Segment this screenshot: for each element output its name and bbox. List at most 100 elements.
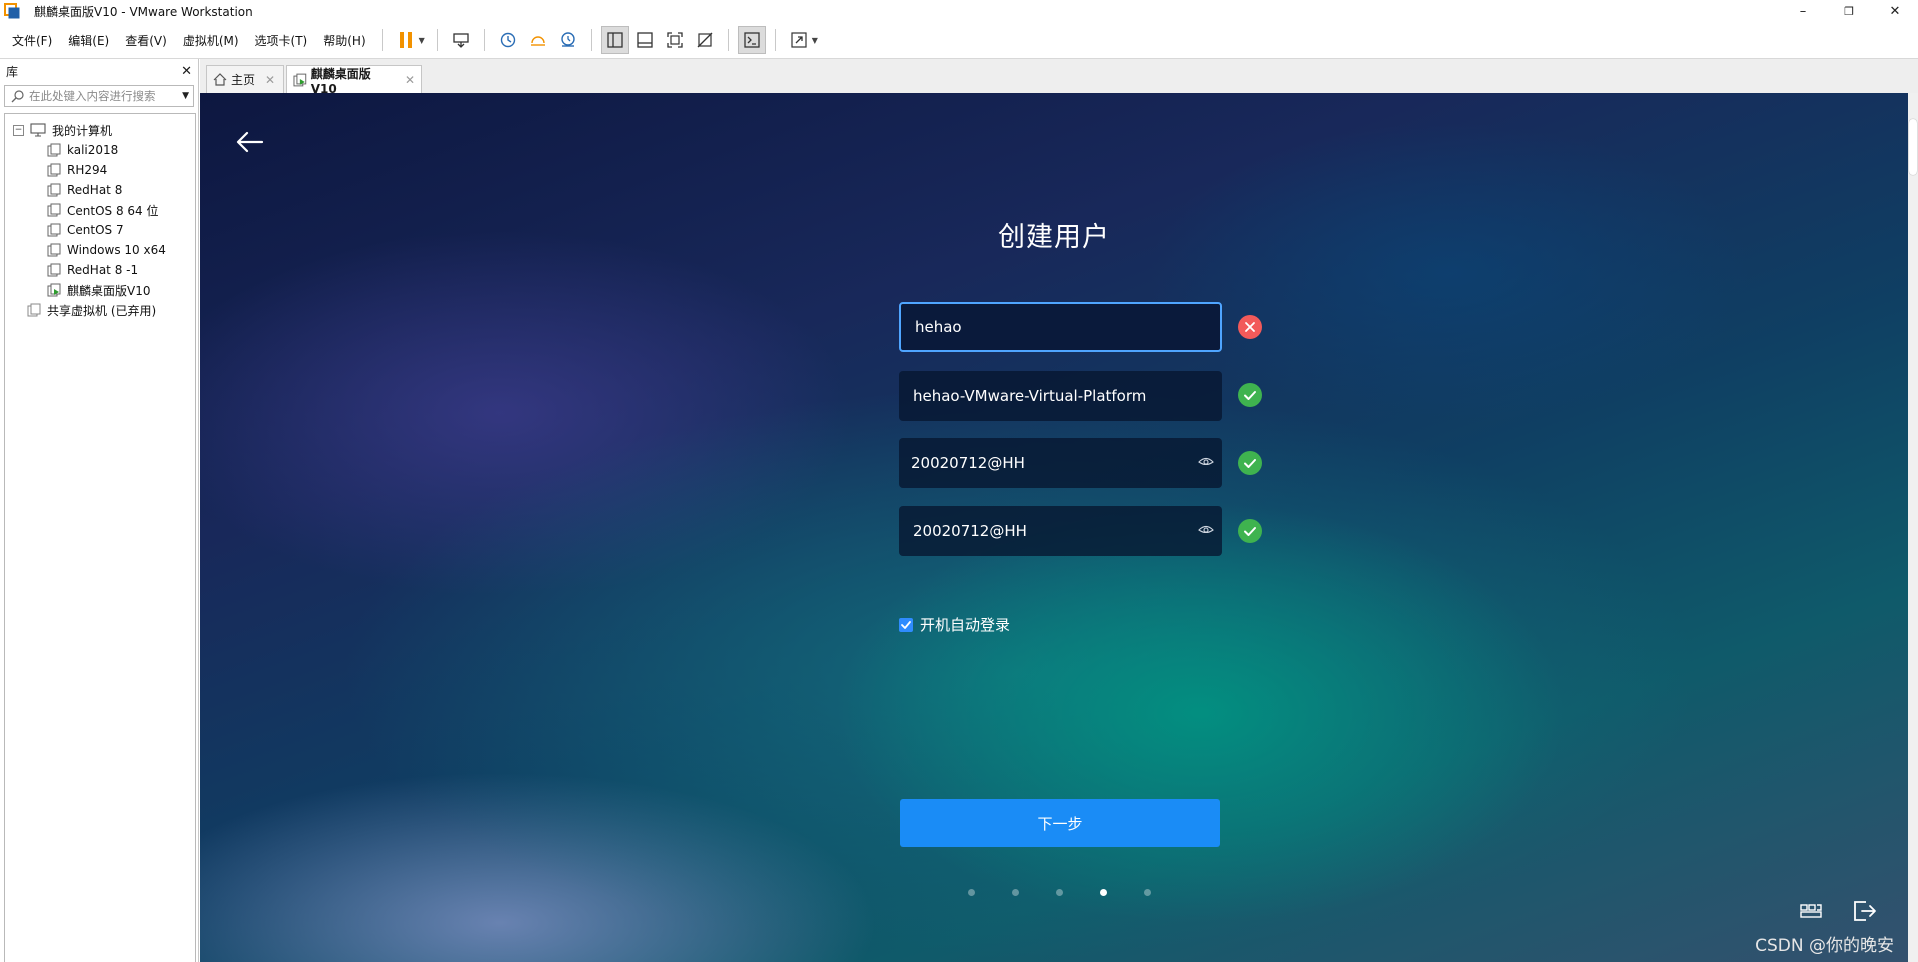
- shared-vm-icon: [27, 303, 41, 317]
- tree-item-vm-running[interactable]: 麒麟桌面版V10: [5, 280, 195, 300]
- menu-tabs[interactable]: 选项卡(T): [247, 32, 316, 49]
- hostname-field[interactable]: hehao-VMware-Virtual-Platform: [899, 371, 1222, 421]
- unity-disabled-icon: [697, 32, 713, 48]
- tree-item-vm[interactable]: kali2018: [5, 140, 195, 160]
- tab-kylin-vm[interactable]: 麒麟桌面版V10 ✕: [286, 65, 422, 96]
- vmware-app-icon: [4, 3, 20, 19]
- check-status-icon: [1238, 451, 1262, 475]
- password-field[interactable]: 20020712@HH: [899, 438, 1222, 488]
- step-dot-active: [1100, 889, 1107, 896]
- step-dot: [1056, 889, 1063, 896]
- unity-button[interactable]: [691, 26, 719, 54]
- minimize-button[interactable]: –: [1780, 0, 1826, 22]
- toolbar-separator: [727, 29, 729, 51]
- tree-label: RH294: [67, 163, 108, 177]
- tree-item-vm[interactable]: RH294: [5, 160, 195, 180]
- tree-label: RedHat 8 -1: [67, 263, 139, 277]
- vm-scrollbar[interactable]: [1908, 93, 1918, 962]
- thumbnail-bar-button[interactable]: [631, 26, 659, 54]
- menu-vm[interactable]: 虚拟机(M): [175, 32, 247, 49]
- menu-file[interactable]: 文件(F): [4, 32, 60, 49]
- window-title: 麒麟桌面版V10 - VMware Workstation: [34, 4, 253, 19]
- tab-close-button[interactable]: ✕: [405, 73, 415, 87]
- tree-item-vm[interactable]: CentOS 8 64 位: [5, 200, 195, 220]
- stretch-guest-button[interactable]: [785, 26, 813, 54]
- vm-icon: [47, 263, 61, 277]
- toolbar-separator: [436, 29, 438, 51]
- eye-icon[interactable]: [1198, 523, 1214, 537]
- vm-icon: [47, 243, 61, 257]
- fullscreen-icon: [667, 32, 683, 48]
- home-icon: [213, 73, 227, 86]
- next-button[interactable]: 下一步: [900, 799, 1220, 847]
- revert-snapshot-button[interactable]: [524, 26, 552, 54]
- pause-button[interactable]: [392, 26, 420, 54]
- tab-home[interactable]: 主页 ✕: [206, 65, 284, 93]
- eye-icon[interactable]: [1198, 455, 1214, 469]
- title-bar: 麒麟桌面版V10 - VMware Workstation – ❐ ✕: [0, 0, 1918, 22]
- search-dropdown-icon[interactable]: ▼: [182, 91, 189, 101]
- username-field[interactable]: hehao: [899, 302, 1222, 352]
- tree-item-my-computer[interactable]: − 我的计算机: [5, 120, 195, 140]
- username-value: hehao: [915, 318, 962, 336]
- error-status-icon: [1238, 315, 1262, 339]
- tab-label: 麒麟桌面版V10: [310, 66, 371, 96]
- hostname-value: hehao-VMware-Virtual-Platform: [913, 387, 1147, 405]
- tree-item-vm[interactable]: RedHat 8: [5, 180, 195, 200]
- show-library-button[interactable]: [600, 26, 629, 54]
- chevron-down-icon[interactable]: ▼: [419, 36, 425, 45]
- tree-item-vm[interactable]: RedHat 8 -1: [5, 260, 195, 280]
- vm-running-icon: [293, 73, 307, 87]
- check-status-icon: [1238, 519, 1262, 543]
- toolbar-separator: [590, 29, 592, 51]
- scrollbar-thumb[interactable]: [1909, 119, 1917, 175]
- vm-console[interactable]: 创建用户 hehao hehao-VMware-Virtual-Platform…: [200, 93, 1908, 962]
- autologin-checkbox[interactable]: [899, 617, 913, 632]
- page-title: 创建用户: [998, 222, 1110, 253]
- step-dot: [1144, 889, 1151, 896]
- tab-label: 主页: [231, 73, 256, 87]
- menu-help[interactable]: 帮助(H): [315, 32, 373, 49]
- snapshot-manager-button[interactable]: [554, 26, 582, 54]
- close-button[interactable]: ✕: [1872, 0, 1918, 22]
- tree-item-vm[interactable]: Windows 10 x64: [5, 240, 195, 260]
- vm-icon: [47, 163, 61, 177]
- tree-label: RedHat 8: [67, 183, 123, 197]
- tab-close-button[interactable]: ✕: [265, 73, 275, 87]
- send-ctrl-alt-del-button[interactable]: [447, 26, 475, 54]
- computer-icon: [30, 123, 46, 137]
- confirm-password-value: 20020712@HH: [913, 522, 1027, 540]
- watermark: CSDN @你的晚安: [1755, 936, 1894, 956]
- fullscreen-button[interactable]: [661, 26, 689, 54]
- library-search-input[interactable]: 在此处键入内容进行搜索 ▼: [4, 85, 194, 107]
- vm-icon: [47, 183, 61, 197]
- step-dot: [968, 889, 975, 896]
- confirm-password-field[interactable]: 20020712@HH: [899, 506, 1222, 556]
- expand-icon: [791, 32, 807, 48]
- search-placeholder: 在此处键入内容进行搜索: [29, 89, 156, 103]
- console-view-button[interactable]: [737, 26, 766, 54]
- snapshot-button[interactable]: [494, 26, 522, 54]
- tree-item-vm[interactable]: CentOS 7: [5, 220, 195, 240]
- clock-icon: [500, 32, 515, 48]
- tree-item-shared-vms[interactable]: 共享虚拟机 (已弃用): [5, 300, 195, 320]
- library-title: 库: [6, 64, 19, 79]
- menu-toolbar: 文件(F) 编辑(E) 查看(V) 虚拟机(M) 选项卡(T) 帮助(H) ▼: [0, 22, 1918, 59]
- revert-clock-icon: [530, 36, 545, 46]
- tree-label: CentOS 7: [67, 223, 124, 237]
- tree-label: kali2018: [67, 143, 119, 157]
- back-arrow-icon[interactable]: [236, 131, 264, 153]
- check-status-icon: [1238, 383, 1262, 407]
- menu-edit[interactable]: 编辑(E): [60, 32, 117, 49]
- chevron-down-icon[interactable]: ▼: [812, 36, 818, 45]
- maximize-button[interactable]: ❐: [1826, 0, 1872, 22]
- library-close-button[interactable]: ✕: [181, 64, 192, 79]
- vm-icon: [47, 143, 61, 157]
- library-tree: − 我的计算机 kali2018 RH294 RedHat 8 CentOS 8…: [4, 113, 196, 962]
- thumbnail-layout-icon: [637, 32, 653, 48]
- autologin-option[interactable]: 开机自动登录: [899, 614, 1010, 635]
- collapse-icon[interactable]: −: [13, 124, 24, 136]
- logout-icon[interactable]: [1852, 899, 1878, 923]
- menu-view[interactable]: 查看(V): [117, 32, 175, 49]
- keyboard-layout-icon[interactable]: [1800, 903, 1822, 919]
